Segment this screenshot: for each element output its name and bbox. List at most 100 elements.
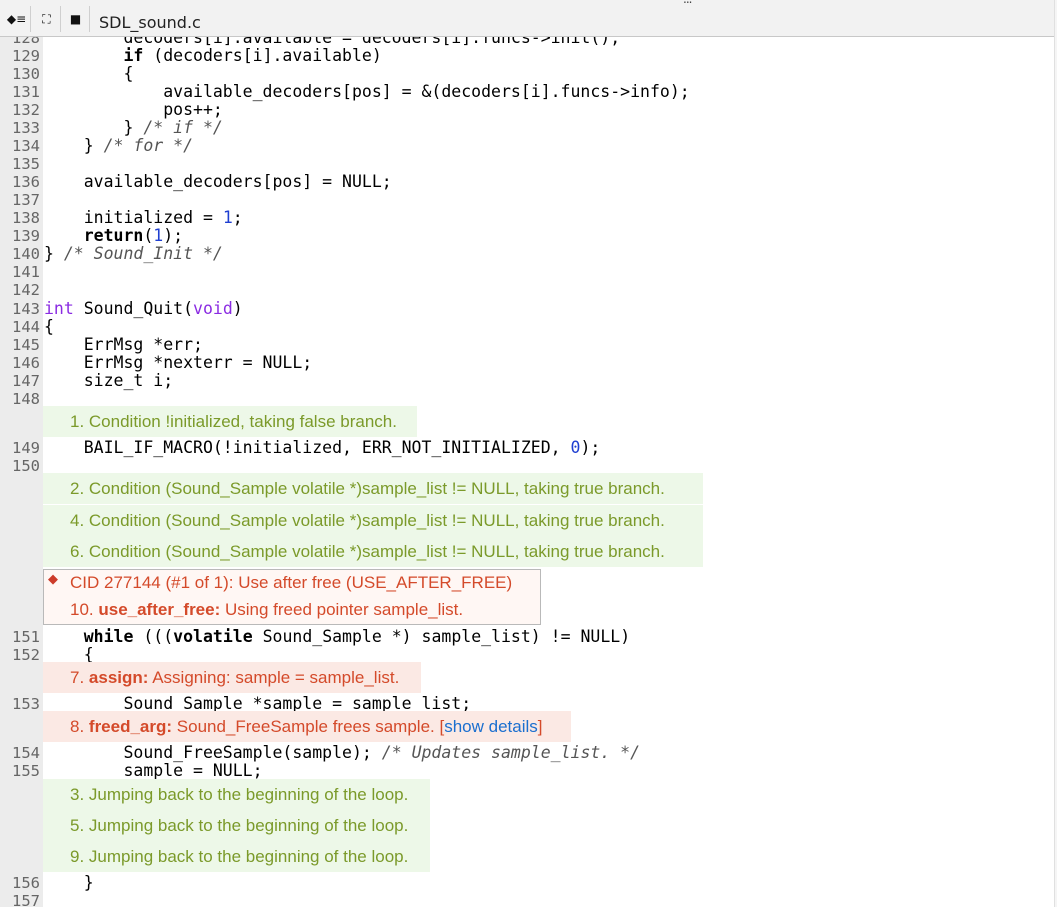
code-line: while (((volatile Sound_Sample *) sample… (44, 628, 630, 646)
line-number: 137 (12, 191, 40, 209)
keyword: if (123, 46, 144, 65)
keyword: volatile (173, 627, 253, 646)
line-number: 132 (12, 101, 40, 119)
line-number: 143 (12, 300, 40, 318)
code-text: ); (163, 226, 184, 245)
event-annotation[interactable]: 4. Condition (Sound_Sample volatile *)sa… (43, 505, 703, 536)
code-text: (decoders[i].available) (143, 46, 382, 65)
code-line: int Sound_Quit(void) (44, 300, 243, 318)
line-number: 148 (12, 390, 40, 408)
code-text: } (44, 136, 104, 155)
show-details-link[interactable]: show details (444, 717, 538, 736)
code-line: } /* if */ (44, 118, 223, 137)
code-line: initialized = 1; (44, 209, 243, 227)
code-text: Sound_FreeSample(sample); (44, 743, 382, 762)
code-line: { (44, 317, 54, 336)
event-text: Sound_FreeSample frees sample. [ (172, 717, 445, 736)
code-text: ((( (133, 627, 174, 646)
code-comment: /* for */ (103, 136, 194, 155)
code-number: 1 (153, 226, 164, 245)
keyword: return (83, 226, 144, 245)
event-tag: use_after_free: (98, 600, 221, 619)
event-annotation[interactable]: 9. Jumping back to the beginning of the … (43, 841, 430, 872)
keyword: while (83, 627, 134, 646)
event-annotation[interactable]: 7. assign: Assigning: sample = sample_li… (43, 662, 421, 693)
event-annotation[interactable]: 3. Jumping back to the beginning of the … (43, 779, 430, 810)
defect-diamond-icon: ◆ (48, 572, 58, 587)
code-text: ) (232, 299, 243, 318)
code-line: { (44, 64, 134, 83)
event-text: ] (537, 717, 543, 736)
line-number: 136 (12, 173, 40, 191)
code-text: Sound_Sample *) sample_list) != NULL) (252, 627, 631, 646)
line-number: 155 (12, 762, 40, 780)
code-line: pos++; (44, 100, 223, 119)
event-text: Using freed pointer sample_list. (220, 600, 464, 619)
event-number: 10. (70, 600, 99, 619)
line-number: 150 (12, 457, 40, 475)
code-line: available_decoders[pos] = &(decoders[i].… (44, 82, 690, 101)
code-text: ( (143, 226, 154, 245)
line-number: 142 (12, 281, 40, 299)
event-annotation[interactable]: 6. Condition (Sound_Sample volatile *)sa… (43, 536, 703, 567)
defect-box[interactable]: ◆ CID 277144 (#1 of 1): Use after free (… (43, 569, 541, 625)
type-keyword: int (44, 299, 74, 318)
event-annotation[interactable]: 5. Jumping back to the beginning of the … (43, 810, 430, 841)
line-number: 152 (12, 646, 40, 664)
event-annotation[interactable]: 1. Condition !initialized, taking false … (43, 406, 417, 437)
code-number: 0 (570, 438, 581, 457)
type-keyword: void (193, 299, 233, 318)
code-text: } (44, 118, 144, 137)
event-annotation[interactable]: 2. Condition (Sound_Sample volatile *)sa… (43, 473, 703, 504)
code-line: } /* for */ (44, 137, 193, 155)
line-number: 153 (12, 695, 40, 713)
fullscreen-icon[interactable]: ⛶ (33, 6, 61, 32)
line-number: 149 (12, 439, 40, 457)
event-number: 7. (70, 668, 89, 687)
code-text: } (44, 244, 64, 263)
code-text: ); (580, 438, 601, 457)
code-comment: /* Sound_Init */ (63, 244, 223, 263)
file-title: SDL_sound.c (99, 13, 201, 32)
line-number: 154 (12, 744, 40, 762)
code-line: sample = NULL; (44, 761, 263, 780)
line-number: 138 (12, 209, 40, 227)
defect-event: 10. use_after_free: Using freed pointer … (70, 600, 463, 620)
line-number: 133 (12, 119, 40, 137)
line-number: 131 (12, 83, 40, 101)
line-number: 145 (12, 336, 40, 354)
line-number: 129 (12, 47, 40, 65)
code-number: 1 (222, 208, 233, 227)
code-comment: /* Updates sample_list. */ (381, 743, 641, 762)
line-number: 151 (12, 628, 40, 646)
code-line: Sound_FreeSample(sample); /* Updates sam… (44, 744, 640, 762)
line-number: 156 (12, 874, 40, 892)
event-tag: assign: (88, 668, 149, 687)
code-line: ErrMsg *err; (44, 335, 203, 354)
code-comment: /* if */ (143, 118, 223, 137)
editor-toolbar: ◆≡ ⛶ ■ SDL_sound.c ... (0, 0, 1057, 37)
code-line: } (44, 873, 94, 892)
event-annotation[interactable]: 8. freed_arg: Sound_FreeSample frees sam… (43, 711, 571, 742)
code-line: BAIL_IF_MACRO(!initialized, ERR_NOT_INIT… (44, 438, 601, 457)
line-number: 157 (12, 892, 40, 910)
code-line: size_t i; (44, 371, 174, 390)
event-text: Assigning: sample = sample_list. (148, 668, 400, 687)
code-text: initialized = (44, 208, 223, 227)
code-line: available_decoders[pos] = NULL; (44, 172, 392, 191)
more-options-icon[interactable]: ... (683, 0, 693, 6)
line-number: 144 (12, 318, 40, 336)
code-view: 128 129 130 131 132 133 134 135 136 137 … (0, 0, 1057, 910)
list-outline-icon[interactable]: ◆≡ (3, 6, 31, 32)
folder-icon[interactable]: ■ (62, 6, 90, 32)
defect-title[interactable]: CID 277144 (#1 of 1): Use after free (US… (70, 573, 512, 593)
line-number: 146 (12, 354, 40, 372)
code-text: ; (232, 208, 243, 227)
line-number: 140 (12, 245, 40, 263)
code-line: return(1); (44, 227, 183, 245)
event-number: 8. (70, 717, 89, 736)
code-text: Sound_Quit( (73, 299, 194, 318)
line-number: 135 (12, 155, 40, 173)
line-number: 134 (12, 137, 40, 155)
code-text: BAIL_IF_MACRO(!initialized, ERR_NOT_INIT… (44, 438, 571, 457)
